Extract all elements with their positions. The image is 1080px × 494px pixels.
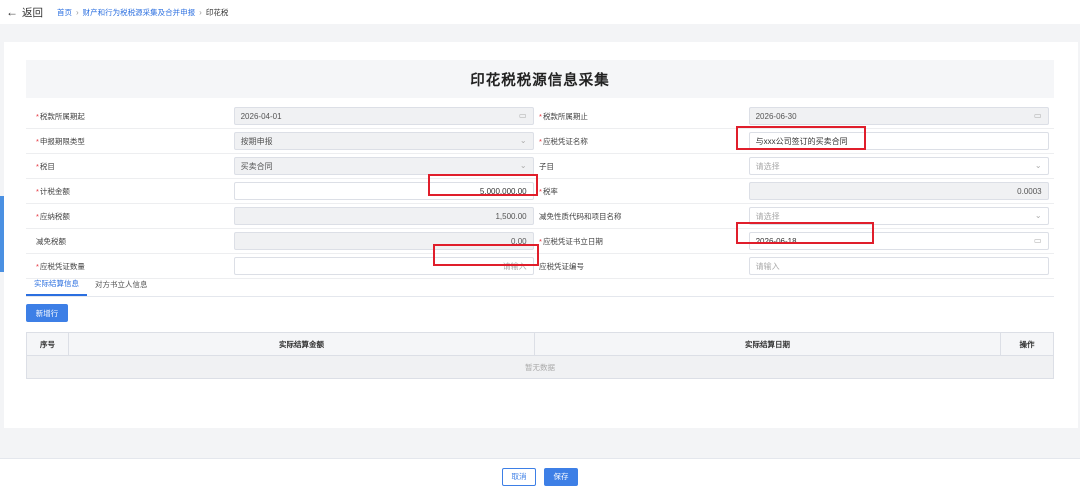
save-button[interactable]: 保存 <box>544 467 578 486</box>
tax-item-select[interactable]: 买卖合同 ⌄ <box>233 154 539 178</box>
form-row: * 应纳税额 1,500.00 减免性质代码和项目名称 请选择 ⌄ <box>26 204 1054 229</box>
table-empty-state: 暂无数据 <box>27 356 1053 378</box>
tax-payable-label: * 应纳税额 <box>36 211 70 221</box>
period-end-label: * 税款所属期止 <box>539 111 588 121</box>
form-row: * 计税金额 5,000,000.00 * 税率 0.0003 <box>26 179 1054 204</box>
column-header: 序号 <box>27 333 69 355</box>
form-row: * 税目 买卖合同 ⌄ 子目 请选择 ⌄ <box>26 154 1054 179</box>
voucher-date-picker[interactable]: 2026-06-18 ▭ <box>748 229 1054 253</box>
column-header: 实际结算日期 <box>535 333 1001 355</box>
column-header: 操作 <box>1019 339 1035 349</box>
tax-payable-field: 1,500.00 <box>233 204 539 228</box>
footer-bar: 取消 保存 <box>0 458 1080 494</box>
tax-exempt-label: 减免税额 <box>36 236 66 246</box>
tax-exempt-field: 0.00 <box>233 229 539 253</box>
arrow-left-icon: ← <box>6 5 18 19</box>
voucher-name-input[interactable]: 与xxx公司签订的买卖合同 <box>748 129 1054 153</box>
chevron-down-icon: ⌄ <box>519 136 527 145</box>
tax-base-input[interactable]: 5,000,000.00 <box>233 179 539 203</box>
breadcrumb-home[interactable]: 首页 <box>57 7 72 18</box>
calendar-icon: ▭ <box>1034 111 1042 120</box>
tab-counterparty-info[interactable]: 对方书立人信息 <box>87 279 156 296</box>
breadcrumb-separator: › <box>76 7 79 17</box>
top-bar: ← 返回 首页 › 财产和行为税税源采集及合并申报 › 印花税 <box>0 0 1080 24</box>
source-info-form: * 税款所属期起 2026-04-01 ▭ * 税款所属期止 2026-06-30 ▭ … <box>26 104 1054 279</box>
period-end-field[interactable]: 2026-06-30 ▭ <box>748 104 1054 128</box>
table-header: 序号 实际结算金额 实际结算日期 操作 <box>27 333 1053 356</box>
back-button[interactable]: ← 返回 <box>6 5 43 20</box>
cancel-button[interactable]: 取消 <box>502 467 536 486</box>
tax-item-label: * 税目 <box>36 161 55 171</box>
tax-rate-field: 0.0003 <box>748 179 1054 203</box>
breadcrumb-parent[interactable]: 财产和行为税税源采集及合并申报 <box>83 7 196 18</box>
calendar-icon: ▭ <box>519 111 527 120</box>
declare-type-select[interactable]: 按期申报 ⌄ <box>233 129 539 153</box>
form-title-bar: 印花税税源信息采集 <box>26 60 1054 98</box>
back-label: 返回 <box>22 6 43 19</box>
page-title: 印花税税源信息采集 <box>470 72 610 89</box>
column-header: 实际结算金额 <box>69 333 535 355</box>
exemption-code-select[interactable]: 请选择 ⌄ <box>748 204 1054 228</box>
main-card: 印花税税源信息采集 * 税款所属期起 2026-04-01 ▭ * 税款所属期止 20… <box>4 42 1078 428</box>
breadcrumb-separator: › <box>199 7 202 17</box>
period-start-field[interactable]: 2026-04-01 ▭ <box>233 104 539 128</box>
tax-base-label: * 计税金额 <box>36 186 70 196</box>
chevron-down-icon: ⌄ <box>1034 211 1042 220</box>
period-start-label: * 税款所属期起 <box>36 111 85 121</box>
voucher-date-label: * 应税凭证书立日期 <box>539 236 603 246</box>
form-row: 减免税额 0.00 * 应税凭证书立日期 2026-06-18 ▭ <box>26 229 1054 254</box>
tab-settlement-info[interactable]: 实际结算信息 <box>26 278 87 296</box>
chevron-down-icon: ⌄ <box>1034 161 1042 170</box>
form-row: * 税款所属期起 2026-04-01 ▭ * 税款所属期止 2026-06-30 ▭ <box>26 104 1054 129</box>
chevron-down-icon: ⌄ <box>519 161 527 170</box>
form-row: * 申报期限类型 按期申报 ⌄ * 应税凭证名称 与xxx公司签订的买卖合同 <box>26 129 1054 154</box>
tax-rate-label: * 税率 <box>539 186 558 196</box>
add-row-button[interactable]: 新增行 <box>26 304 68 322</box>
breadcrumb: 首页 › 财产和行为税税源采集及合并申报 › 印花税 <box>57 7 228 18</box>
voucher-name-label: * 应税凭证名称 <box>539 136 588 146</box>
breadcrumb-current: 印花税 <box>205 7 229 17</box>
detail-tabs: 实际结算信息 对方书立人信息 <box>26 274 1054 297</box>
sub-item-label: 子目 <box>539 161 555 171</box>
settlement-table: 序号 实际结算金额 实际结算日期 操作 暂无数据 <box>26 332 1054 379</box>
declare-type-label: * 申报期限类型 <box>36 136 85 146</box>
exemption-code-label: 减免性质代码和项目名称 <box>539 211 622 221</box>
sub-item-select[interactable]: 请选择 ⌄ <box>748 154 1054 178</box>
calendar-icon: ▭ <box>1034 236 1042 245</box>
